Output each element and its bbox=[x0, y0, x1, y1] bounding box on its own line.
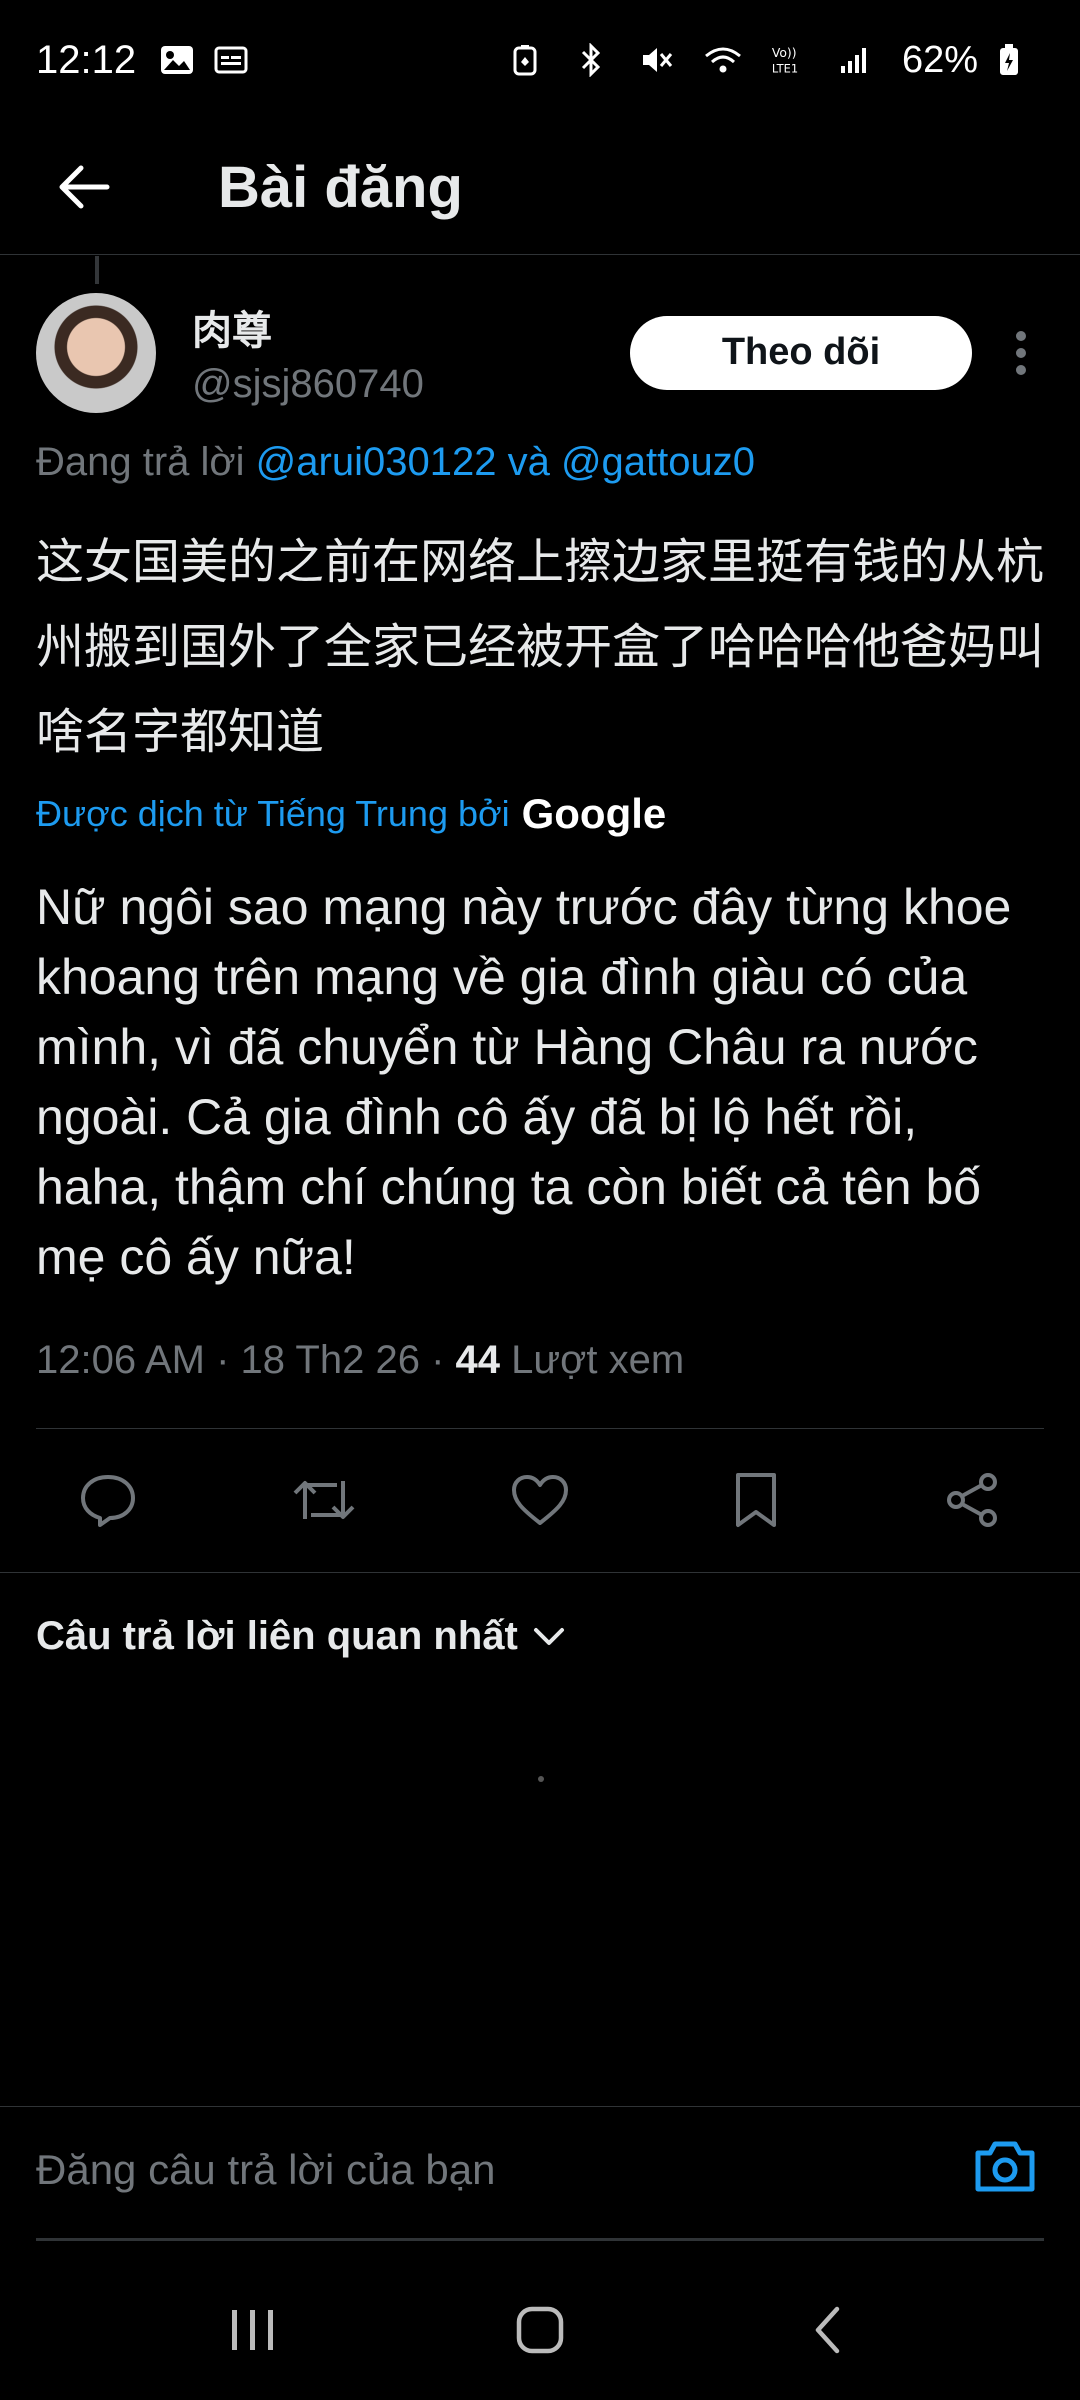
post-original-text: 这女国美的之前在网络上擦边家里挺有钱的从杭州搬到国外了全家已经被开盒了哈哈哈他爸… bbox=[36, 534, 1045, 760]
replying-prefix: Đang trả lời bbox=[36, 440, 245, 484]
home-button[interactable] bbox=[490, 2280, 590, 2380]
bookmark-icon bbox=[736, 1473, 776, 1527]
subtitle-icon bbox=[212, 43, 250, 77]
post-timestamp[interactable]: 12:06 AM · 18 Th2 26 · bbox=[36, 1338, 444, 1382]
battery-saver-icon bbox=[506, 43, 544, 77]
mute-icon bbox=[638, 43, 676, 77]
camera-icon bbox=[975, 2141, 1035, 2192]
post-meta: 12:06 AM · 18 Th2 26 · 44 Lượt xem bbox=[36, 1338, 684, 1383]
svg-text:Vo)): Vo)) bbox=[772, 46, 797, 60]
recents-icon bbox=[232, 2310, 274, 2350]
share-button[interactable] bbox=[936, 1464, 1008, 1536]
system-nav-bar bbox=[0, 2260, 1080, 2400]
back-button[interactable] bbox=[36, 139, 132, 235]
reply-composer bbox=[0, 2106, 1080, 2236]
status-bar: 12:12 Vo)) LTE1 62% bbox=[0, 0, 1080, 120]
reply-sort-label: Câu trả lời liên quan nhất bbox=[36, 1614, 518, 1658]
replying-to: Đang trả lời @arui030122 và @gattouz0 bbox=[36, 440, 755, 485]
author-display-name[interactable]: 肉尊 bbox=[192, 298, 424, 356]
battery-percent: 62% bbox=[901, 38, 978, 81]
reply-input[interactable] bbox=[36, 2135, 936, 2205]
share-icon bbox=[947, 1473, 997, 1527]
author-names: 肉尊 @sjsj860740 bbox=[192, 298, 424, 407]
bookmark-button[interactable] bbox=[720, 1464, 792, 1536]
section-divider bbox=[0, 1572, 1080, 1573]
reply-button[interactable] bbox=[72, 1464, 144, 1536]
status-time: 12:12 bbox=[36, 37, 137, 82]
divider bbox=[36, 1428, 1044, 1429]
battery-icon bbox=[990, 43, 1028, 77]
loading-indicator bbox=[538, 1776, 544, 1782]
like-button[interactable] bbox=[504, 1464, 576, 1536]
author-handle[interactable]: @sjsj860740 bbox=[192, 362, 424, 407]
thread-connector bbox=[95, 256, 99, 284]
reply-sort-selector[interactable]: Câu trả lời liên quan nhất bbox=[36, 1614, 566, 1659]
post-translation-text: Nữ ngôi sao mạng này trước đây từng khoe… bbox=[36, 879, 1012, 1285]
translated-by-label: Được dịch từ Tiếng Trung bởi bbox=[36, 793, 510, 834]
repost-icon bbox=[293, 1481, 355, 1519]
back-nav-button[interactable] bbox=[777, 2280, 877, 2380]
views-label: Lượt xem bbox=[511, 1338, 685, 1382]
arrow-left-icon bbox=[59, 165, 110, 209]
more-vertical-icon bbox=[1016, 330, 1026, 375]
chevron-down-icon bbox=[532, 1626, 566, 1648]
views-count[interactable]: 44 bbox=[456, 1338, 501, 1382]
google-logo: Google bbox=[521, 790, 667, 837]
bluetooth-icon bbox=[572, 43, 610, 77]
more-options-button[interactable] bbox=[998, 316, 1044, 390]
signal-icon bbox=[836, 43, 874, 77]
translation-attribution[interactable]: Được dịch từ Tiếng Trung bởi Google bbox=[36, 790, 666, 838]
svg-text:LTE1: LTE1 bbox=[772, 61, 798, 75]
heart-icon bbox=[512, 1475, 568, 1525]
top-app-bar: Bài đăng bbox=[0, 120, 1080, 255]
home-icon bbox=[516, 2306, 564, 2354]
recents-button[interactable] bbox=[203, 2280, 303, 2380]
avatar[interactable] bbox=[36, 292, 156, 413]
volte-icon: Vo)) LTE1 bbox=[770, 43, 808, 77]
repost-button[interactable] bbox=[288, 1464, 360, 1536]
wifi-icon bbox=[704, 43, 742, 77]
mention-link-2[interactable]: @gattouz0 bbox=[561, 440, 755, 484]
post-actions bbox=[36, 1450, 1044, 1550]
replying-conjunction: và bbox=[507, 440, 550, 484]
post-author-row: 肉尊 @sjsj860740 Theo dõi bbox=[36, 290, 1044, 415]
gallery-icon bbox=[158, 43, 196, 77]
page-title: Bài đăng bbox=[218, 154, 463, 220]
camera-button[interactable] bbox=[970, 2131, 1040, 2201]
composer-divider bbox=[36, 2238, 1044, 2241]
reply-icon bbox=[81, 1475, 135, 1527]
follow-button[interactable]: Theo dõi bbox=[630, 315, 972, 390]
back-nav-icon bbox=[815, 2306, 839, 2354]
mention-link-1[interactable]: @arui030122 bbox=[256, 440, 497, 484]
